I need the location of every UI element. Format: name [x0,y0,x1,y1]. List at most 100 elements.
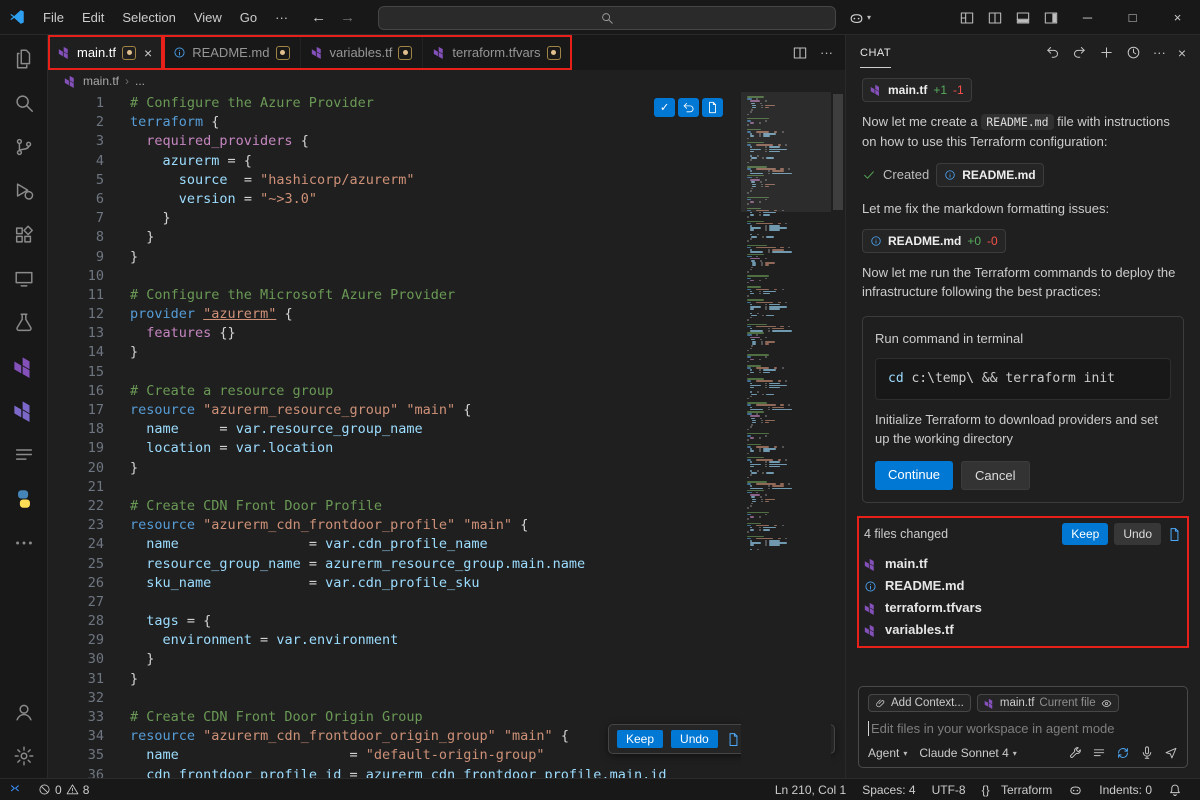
toggle-secondary-sidebar-icon[interactable] [1037,0,1065,35]
code-line[interactable]: 11# Configure the Microsoft Azure Provid… [48,286,845,305]
activity-account-icon[interactable] [0,690,48,734]
activity-output-icon[interactable] [0,433,48,477]
code-line[interactable]: 25 resource_group_name = azurerm_resourc… [48,555,845,574]
language-mode[interactable]: {} Terraform [974,779,1061,800]
redo-icon[interactable] [1072,45,1087,60]
mic-icon[interactable] [1140,746,1154,760]
split-editor-icon[interactable] [981,0,1009,35]
code-line[interactable]: 14} [48,343,845,362]
remote-indicator[interactable] [0,779,32,800]
menu-item[interactable]: File [34,6,73,29]
activity-source-control-icon[interactable] [0,125,48,169]
activity-run-debug-icon[interactable] [0,169,48,213]
undo-icon[interactable] [1045,45,1060,60]
code-editor[interactable]: 1# Configure the Azure Provider2terrafor… [48,92,845,778]
changed-file-row[interactable]: variables.tf [864,619,1182,641]
copilot-status-icon[interactable] [1060,779,1091,800]
more-actions-icon[interactable]: ··· [820,45,833,60]
code-line[interactable]: 12provider "azurerm" { [48,305,845,324]
code-line[interactable]: 26 sku_name = var.cdn_profile_sku [48,574,845,593]
changed-file-row[interactable]: README.md [864,575,1182,597]
code-line[interactable]: 18 name = var.resource_group_name [48,420,845,439]
code-line[interactable]: 10 [48,267,845,286]
code-line[interactable]: 27 [48,593,845,612]
code-line[interactable]: 21 [48,478,845,497]
indents-indicator[interactable]: Indents: 0 [1091,779,1160,800]
code-line[interactable]: 5 source = "hashicorp/azurerm" [48,171,845,190]
activity-testing-icon[interactable] [0,301,48,345]
scrollbar[interactable] [831,92,845,778]
menu-item[interactable]: Selection [113,6,184,29]
code-line[interactable]: 7 } [48,209,845,228]
menu-item[interactable]: Go [231,6,266,29]
file-change-badge[interactable]: README.md +0 -0 [862,229,1006,253]
continue-button[interactable]: Continue [875,461,953,491]
nav-forward-icon[interactable]: → [340,9,355,26]
chat-tab[interactable]: CHAT [860,38,891,68]
code-line[interactable]: 13 features {} [48,324,845,343]
code-line[interactable]: 2terraform { [48,113,845,132]
modified-indicator-icon[interactable] [547,46,561,60]
nav-back-icon[interactable]: ← [311,9,326,26]
send-icon[interactable] [1164,746,1178,760]
encoding-setting[interactable]: UTF-8 [924,779,974,800]
more-icon[interactable]: ··· [1153,45,1166,60]
keep-button[interactable]: Keep [617,730,663,748]
split-editor-icon[interactable] [792,45,808,61]
chat-input-box[interactable]: Add Context... main.tf Current file Edit… [858,686,1188,768]
modified-indicator-icon[interactable] [276,46,290,60]
toggle-panel-icon[interactable] [1009,0,1037,35]
code-line[interactable]: 32 [48,689,845,708]
close-tab-icon[interactable]: × [144,45,152,61]
tab-terraform.tfvars[interactable]: terraform.tfvars [423,35,571,70]
breadcrumb[interactable]: main.tf › ... [48,70,845,92]
code-line[interactable]: 24 name = var.cdn_profile_name [48,535,845,554]
cancel-button[interactable]: Cancel [961,461,1029,491]
code-line[interactable]: 31} [48,670,845,689]
changed-file-row[interactable]: main.tf [864,553,1182,575]
activity-python-icon[interactable] [0,477,48,521]
code-line[interactable]: 29 environment = var.environment [48,631,845,650]
view-changes-icon[interactable] [1167,527,1182,542]
open-changes-icon[interactable] [726,732,741,747]
code-line[interactable]: 1# Configure the Azure Provider [48,94,845,113]
problems-indicator[interactable]: 0 8 [32,779,95,800]
code-line[interactable]: 20} [48,459,845,478]
indentation-setting[interactable]: Spaces: 4 [854,779,923,800]
activity-explorer-icon[interactable] [0,37,48,81]
code-line[interactable]: 8 } [48,228,845,247]
mode-picker[interactable]: Agent▾ [868,746,907,760]
breadcrumb-file[interactable]: main.tf [83,74,119,88]
eye-icon[interactable] [1101,698,1112,709]
code-line[interactable]: 36 cdn_frontdoor_profile_id = azurerm_cd… [48,766,845,778]
customize-layout-icon[interactable] [953,0,981,35]
code-line[interactable]: 22# Create CDN Front Door Profile [48,497,845,516]
code-line[interactable]: 3 required_providers { [48,132,845,151]
minimap[interactable] [741,92,831,778]
activity-more-icon[interactable] [0,521,48,565]
modified-indicator-icon[interactable] [122,46,136,60]
menu-item[interactable]: Edit [73,6,113,29]
menu-item[interactable]: View [185,6,231,29]
undo-all-button[interactable]: Undo [1114,523,1161,545]
close-chat-icon[interactable]: × [1178,45,1186,61]
activity-terraform-icon[interactable] [0,345,48,389]
maximize-button[interactable]: □ [1110,0,1155,35]
breadcrumb-symbol[interactable]: ... [135,74,145,88]
auto-approve-icon[interactable] [1116,746,1130,760]
code-line[interactable]: 17resource "azurerm_resource_group" "mai… [48,401,845,420]
activity-remote-explorer-icon[interactable] [0,257,48,301]
chat-text-input[interactable]: Edit files in your workspace in agent mo… [868,721,1178,736]
tab-README.md[interactable]: README.md [163,35,300,70]
activity-extensions-icon[interactable] [0,213,48,257]
attached-file-chip[interactable]: main.tf Current file [977,694,1119,712]
close-button[interactable]: × [1155,0,1200,35]
file-change-badge[interactable]: main.tf +1 -1 [862,78,972,102]
code-line[interactable]: 6 version = "~>3.0" [48,190,845,209]
model-picker[interactable]: Claude Sonnet 4▾ [919,746,1016,760]
activity-settings-icon[interactable] [0,734,48,778]
created-file-chip[interactable]: README.md [936,163,1043,187]
undo-button[interactable]: Undo [671,730,718,748]
copilot-menu[interactable]: ▾ [848,0,871,35]
code-line[interactable]: 30 } [48,650,845,669]
